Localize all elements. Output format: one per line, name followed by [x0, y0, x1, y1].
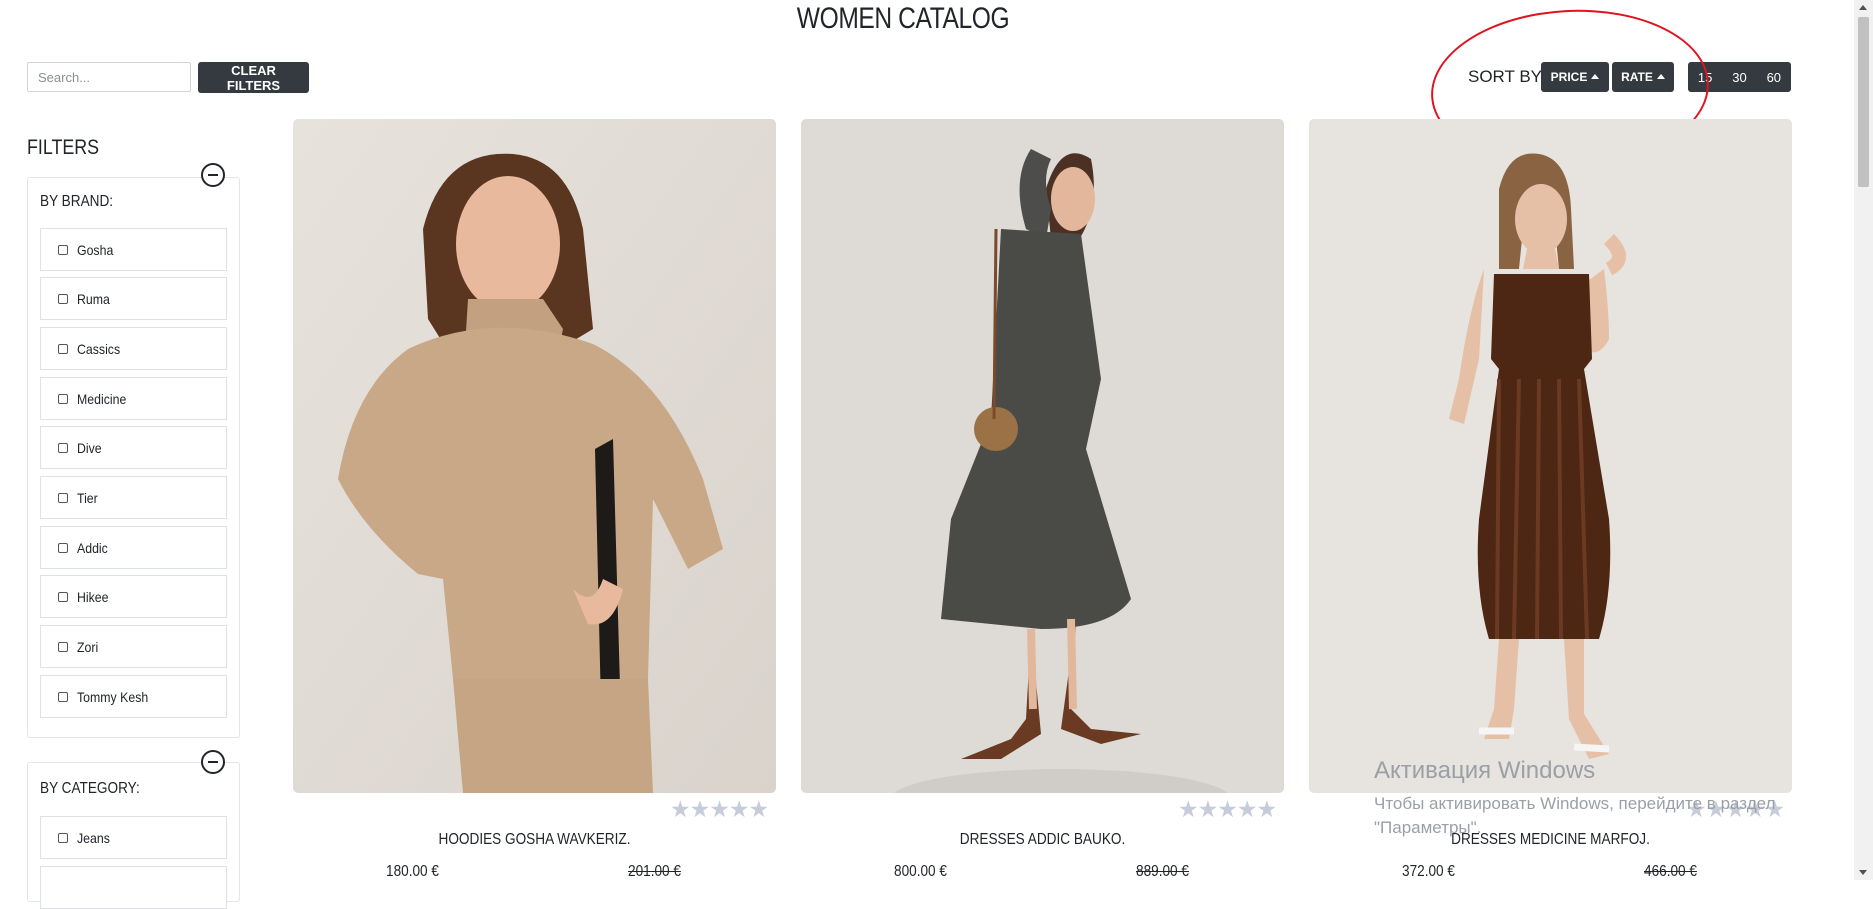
filter-item-label: Tier — [77, 489, 98, 506]
product-old-price: 466.00 € — [1644, 863, 1697, 880]
filter-item[interactable] — [40, 866, 227, 909]
category-filter-title: BY CATEGORY: — [40, 780, 140, 797]
brand-filter-title: BY BRAND: — [40, 193, 114, 210]
sort-price-button[interactable]: PRICE — [1541, 62, 1609, 92]
filter-item-ruma[interactable]: Ruma — [40, 277, 227, 320]
product-name[interactable]: DRESSES MEDICINE MARFOJ. — [1345, 831, 1756, 849]
filter-item-cassics[interactable]: Cassics — [40, 327, 227, 370]
filter-item-medicine[interactable]: Medicine — [40, 377, 227, 420]
minus-circle-icon[interactable] — [201, 163, 225, 187]
brand-filter-panel: BY BRAND: Gosha Ruma Cassics Medicine Di… — [27, 177, 240, 738]
product-name[interactable]: DRESSES ADDIC BAUKO. — [837, 831, 1248, 849]
filter-item-label: Cassics — [77, 340, 121, 357]
product-price: 180.00 € — [386, 863, 439, 880]
scroll-thumb[interactable] — [1858, 17, 1869, 187]
page-size-60[interactable]: 60 — [1757, 62, 1791, 92]
checkbox-icon[interactable] — [58, 244, 68, 255]
sort-rate-button[interactable]: RATE — [1612, 62, 1674, 92]
caret-up-icon — [1656, 73, 1665, 79]
filter-item-dive[interactable]: Dive — [40, 426, 227, 469]
checkbox-icon[interactable] — [58, 832, 68, 843]
checkbox-icon[interactable] — [58, 691, 68, 702]
checkbox-icon[interactable] — [58, 492, 68, 503]
page-size-group: 15 30 60 — [1688, 62, 1791, 92]
checkbox-icon[interactable] — [58, 442, 68, 453]
checkbox-icon[interactable] — [58, 591, 68, 602]
filter-item-zori[interactable]: Zori — [40, 625, 227, 668]
product-price: 800.00 € — [894, 863, 947, 880]
filter-item-label: Hikee — [77, 588, 109, 605]
product-image-dress-medicine[interactable] — [1309, 119, 1792, 793]
product-old-price: 201.00 € — [628, 863, 681, 880]
product-price: 372.00 € — [1402, 863, 1455, 880]
scroll-down-arrow-icon[interactable] — [1859, 870, 1867, 875]
filter-item-label: Jeans — [77, 829, 110, 846]
vertical-scrollbar[interactable] — [1854, 0, 1873, 880]
filter-item-tier[interactable]: Tier — [40, 476, 227, 519]
product-image-hoodie[interactable] — [293, 119, 776, 793]
clear-filters-button[interactable]: CLEAR FILTERS — [198, 62, 309, 93]
search-input[interactable] — [27, 62, 191, 92]
filter-item-gosha[interactable]: Gosha — [40, 228, 227, 271]
filter-item-label: Zori — [77, 638, 99, 655]
sort-price-label: PRICE — [1550, 70, 1588, 84]
checkbox-icon[interactable] — [58, 641, 68, 652]
filter-item-label: Medicine — [77, 390, 127, 407]
filter-item-label: Gosha — [77, 241, 114, 258]
page-title: WOMEN CATALOG — [796, 2, 1010, 35]
sort-rate-label: RATE — [1621, 70, 1653, 84]
product-name[interactable]: HOODIES GOSHA WAVKERIZ. — [329, 831, 740, 849]
filter-item-label: Tommy Kesh — [77, 688, 149, 705]
checkbox-icon[interactable] — [58, 542, 68, 553]
checkbox-icon[interactable] — [58, 343, 68, 354]
scroll-up-arrow-icon[interactable] — [1859, 5, 1867, 10]
product-image-dress-addic[interactable] — [801, 119, 1284, 793]
minus-circle-icon[interactable] — [201, 750, 225, 774]
caret-up-icon — [1591, 73, 1600, 79]
page-size-30[interactable]: 30 — [1722, 62, 1756, 92]
filter-item-label: Ruma — [77, 290, 110, 307]
checkbox-icon[interactable] — [58, 393, 68, 404]
rating-stars[interactable]: ★★★★★ — [670, 796, 769, 823]
page-size-15[interactable]: 15 — [1688, 62, 1722, 92]
rating-stars[interactable]: ★★★★★ — [1686, 796, 1785, 823]
product-old-price: 889.00 € — [1136, 863, 1189, 880]
rating-stars[interactable]: ★★★★★ — [1178, 796, 1277, 823]
filter-item-label: Dive — [77, 439, 102, 456]
filter-item-addic[interactable]: Addic — [40, 526, 227, 569]
filter-item-hikee[interactable]: Hikee — [40, 575, 227, 618]
category-filter-panel: BY CATEGORY: Jeans — [27, 762, 240, 909]
filter-item-jeans[interactable]: Jeans — [40, 816, 227, 859]
filter-item-tommy-kesh[interactable]: Tommy Kesh — [40, 675, 227, 718]
filter-item-label: Addic — [77, 539, 108, 556]
checkbox-icon[interactable] — [58, 293, 68, 304]
filters-title: FILTERS — [27, 136, 100, 159]
sort-label: SORT BY: — [1468, 67, 1546, 86]
